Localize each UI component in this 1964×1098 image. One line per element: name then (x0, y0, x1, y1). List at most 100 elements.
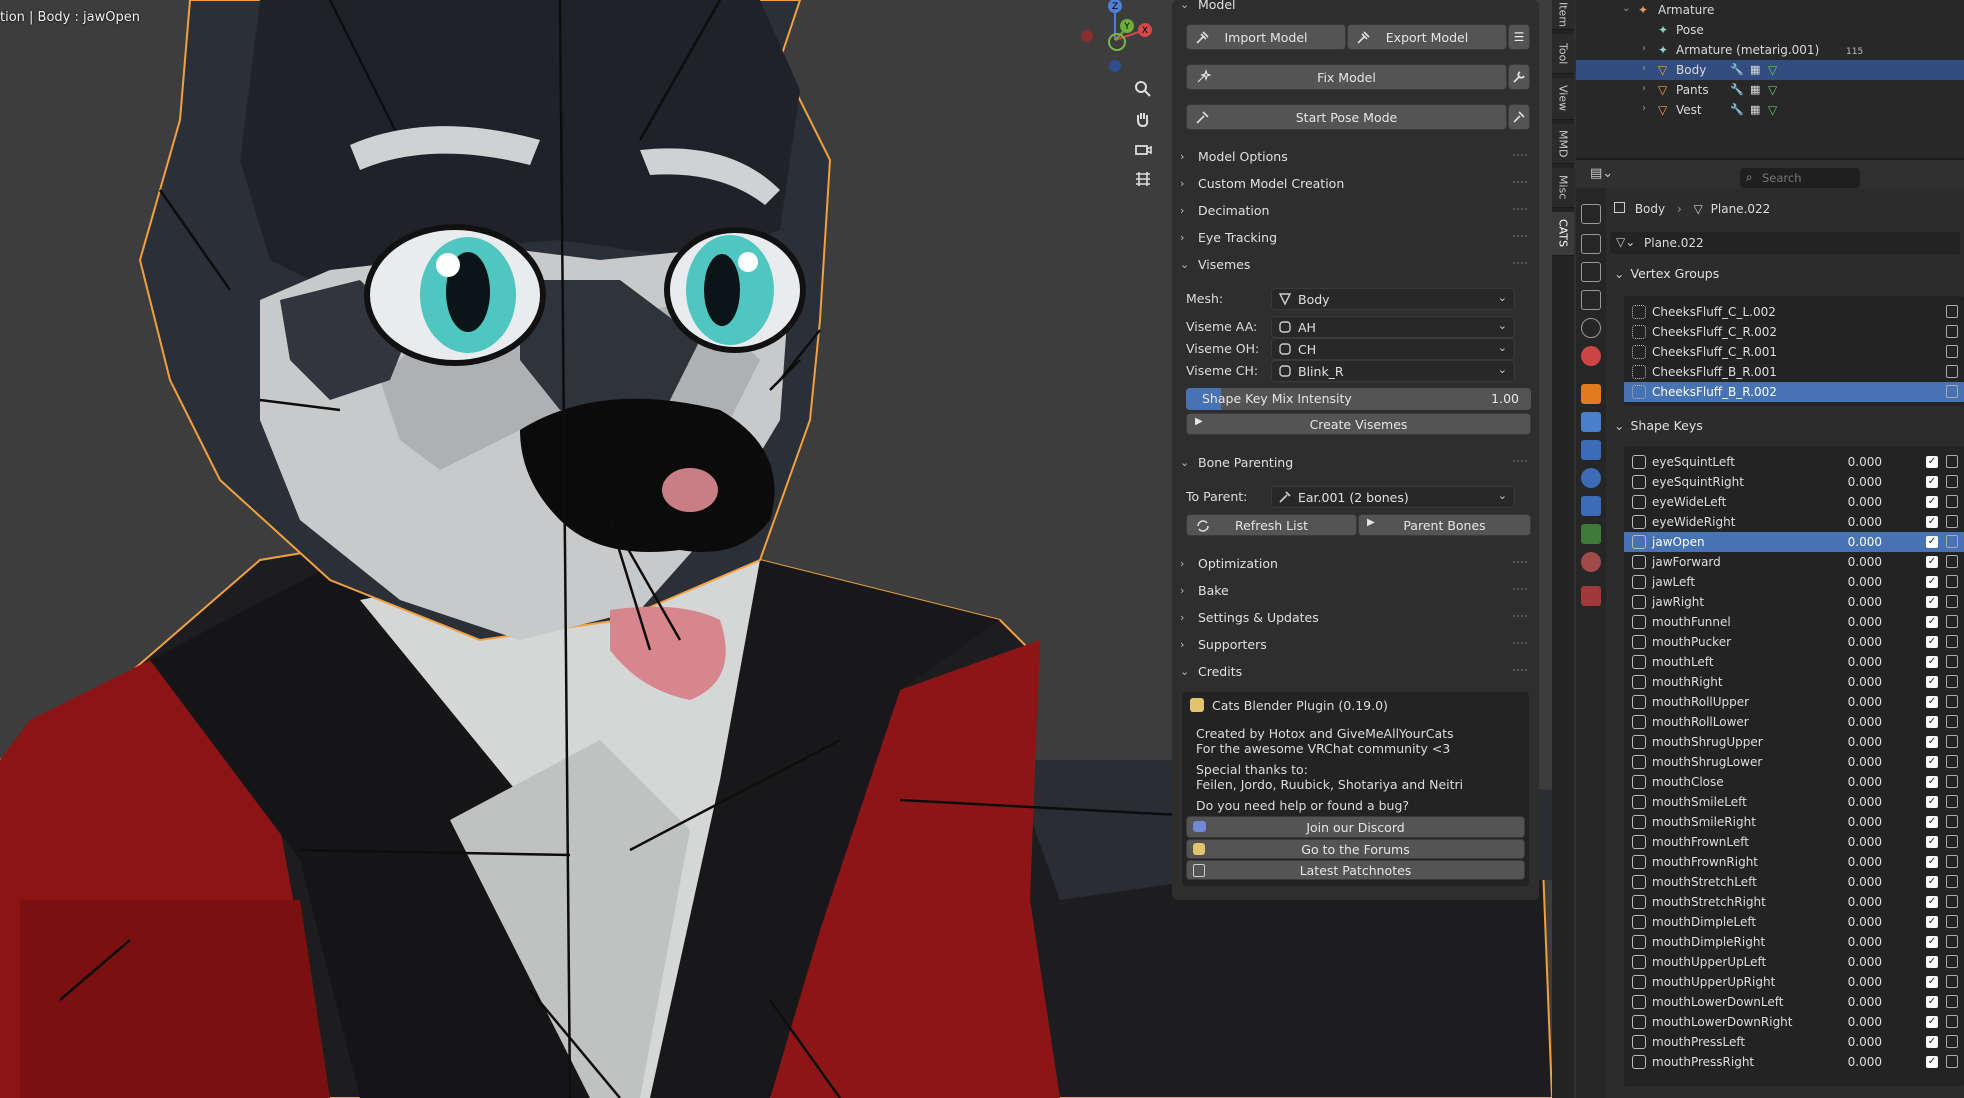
section-decimation[interactable]: › Decimation (1180, 198, 1531, 222)
shape-key-value[interactable]: 0.000 (1848, 1015, 1882, 1029)
shape-key-row[interactable]: mouthStretchRight 0.000 ✓ (1624, 892, 1964, 912)
lock-icon[interactable] (1946, 775, 1958, 788)
lock-icon[interactable] (1946, 515, 1958, 528)
shape-key-mute-checkbox[interactable]: ✓ (1926, 616, 1938, 628)
section-custom-model-creation[interactable]: › Custom Model Creation (1180, 171, 1531, 195)
section-model[interactable]: ⌄ Model (1180, 0, 1531, 16)
section-visemes[interactable]: ⌄ Visemes (1180, 252, 1531, 276)
shape-key-row[interactable]: mouthPressRight 0.000 ✓ (1624, 1052, 1964, 1072)
outliner-row-armature-data[interactable]: › ✦ Armature (metarig.001) 115 (1576, 40, 1964, 60)
refresh-list-button[interactable]: Refresh List (1186, 514, 1357, 536)
shape-key-row[interactable]: mouthSmileLeft 0.000 ✓ (1624, 792, 1964, 812)
shape-key-mute-checkbox[interactable]: ✓ (1926, 916, 1938, 928)
outliner-row-pants[interactable]: › ▽ Pants 🔧 ▦ ▽ (1576, 80, 1964, 100)
viseme-oh-dropdown[interactable]: CH ⌄ (1271, 338, 1515, 360)
shape-key-row[interactable]: mouthPucker 0.000 ✓ (1624, 632, 1964, 652)
lock-icon[interactable] (1946, 995, 1958, 1008)
shape-key-row[interactable]: mouthFunnel 0.000 ✓ (1624, 612, 1964, 632)
vertex-group-row[interactable]: CheeksFluff_B_R.002 (1624, 382, 1964, 402)
lock-icon[interactable] (1946, 695, 1958, 708)
object-tab-icon[interactable] (1581, 384, 1601, 404)
shape-key-value[interactable]: 0.000 (1848, 875, 1882, 889)
shape-key-value[interactable]: 0.000 (1848, 935, 1882, 949)
scene-tab-icon[interactable] (1581, 318, 1601, 338)
shape-key-value[interactable]: 0.000 (1848, 655, 1882, 669)
shape-key-mute-checkbox[interactable]: ✓ (1926, 496, 1938, 508)
shape-key-row[interactable]: jawRight 0.000 ✓ (1624, 592, 1964, 612)
shape-key-row[interactable]: mouthShrugLower 0.000 ✓ (1624, 752, 1964, 772)
section-model-options[interactable]: › Model Options (1180, 144, 1531, 168)
import-model-button[interactable]: Import Model (1186, 24, 1346, 50)
modifier-tab-icon[interactable] (1581, 412, 1601, 432)
shape-key-mute-checkbox[interactable]: ✓ (1926, 736, 1938, 748)
shape-key-mute-checkbox[interactable]: ✓ (1926, 696, 1938, 708)
physics-tab-icon[interactable] (1581, 468, 1601, 488)
zoom-icon[interactable] (1128, 74, 1158, 104)
lock-icon[interactable] (1946, 575, 1958, 588)
shape-key-mute-checkbox[interactable]: ✓ (1926, 816, 1938, 828)
shape-key-row[interactable]: mouthFrownLeft 0.000 ✓ (1624, 832, 1964, 852)
shape-key-row[interactable]: jawOpen 0.000 ✓ (1624, 532, 1964, 552)
vertex-group-row[interactable]: CheeksFluff_C_R.002 (1624, 322, 1964, 342)
section-settings-updates[interactable]: › Settings & Updates (1180, 605, 1531, 629)
shape-key-mute-checkbox[interactable]: ✓ (1926, 836, 1938, 848)
lock-icon[interactable] (1946, 855, 1958, 868)
tab-mmd[interactable]: MMD (1552, 124, 1574, 164)
tab-item[interactable]: Item (1552, 0, 1574, 30)
parent-bones-button[interactable]: ▶ Parent Bones (1358, 514, 1531, 536)
lock-icon[interactable] (1946, 325, 1958, 338)
lock-icon[interactable] (1946, 635, 1958, 648)
shape-key-row[interactable]: mouthLowerDownLeft 0.000 ✓ (1624, 992, 1964, 1012)
shape-key-mix-slider[interactable]: Shape Key Mix Intensity 1.00 (1186, 388, 1531, 410)
lock-icon[interactable] (1946, 1035, 1958, 1048)
shape-key-mute-checkbox[interactable]: ✓ (1926, 1016, 1938, 1028)
section-bake[interactable]: › Bake (1180, 578, 1531, 602)
tab-misc[interactable]: Misc (1552, 168, 1574, 208)
camera-icon[interactable] (1128, 134, 1158, 164)
lock-icon[interactable] (1946, 815, 1958, 828)
grid-icon[interactable] (1128, 164, 1158, 194)
pose-options-icon[interactable] (1508, 104, 1530, 130)
vertex-group-row[interactable]: CheeksFluff_B_R.001 (1624, 362, 1964, 382)
shape-key-value[interactable]: 0.000 (1848, 855, 1882, 869)
outliner-row-pose[interactable]: ✦ Pose (1576, 20, 1964, 40)
pan-hand-icon[interactable] (1128, 104, 1158, 134)
shape-key-mute-checkbox[interactable]: ✓ (1926, 656, 1938, 668)
shape-key-mute-checkbox[interactable]: ✓ (1926, 876, 1938, 888)
shape-key-row[interactable]: mouthFrownRight 0.000 ✓ (1624, 852, 1964, 872)
lock-icon[interactable] (1946, 495, 1958, 508)
shape-key-value[interactable]: 0.000 (1848, 835, 1882, 849)
section-bone-parenting[interactable]: ⌄ Bone Parenting (1180, 450, 1531, 474)
shape-key-row[interactable]: mouthRollLower 0.000 ✓ (1624, 712, 1964, 732)
shape-key-value[interactable]: 0.000 (1848, 795, 1882, 809)
shape-key-value[interactable]: 0.000 (1848, 535, 1882, 549)
shape-key-row[interactable]: mouthShrugUpper 0.000 ✓ (1624, 732, 1964, 752)
shape-key-value[interactable]: 0.000 (1848, 515, 1882, 529)
render-tab-icon[interactable] (1581, 234, 1601, 254)
lock-icon[interactable] (1946, 755, 1958, 768)
shape-key-row[interactable]: mouthRollUpper 0.000 ✓ (1624, 692, 1964, 712)
tab-view[interactable]: View (1552, 78, 1574, 120)
shape-key-mute-checkbox[interactable]: ✓ (1926, 636, 1938, 648)
shape-key-value[interactable]: 0.000 (1848, 615, 1882, 629)
lock-icon[interactable] (1946, 305, 1958, 318)
vertex-group-row[interactable]: CheeksFluff_C_R.001 (1624, 342, 1964, 362)
lock-icon[interactable] (1946, 675, 1958, 688)
shape-key-value[interactable]: 0.000 (1848, 455, 1882, 469)
shape-key-mute-checkbox[interactable]: ✓ (1926, 956, 1938, 968)
shape-key-row[interactable]: jawLeft 0.000 ✓ (1624, 572, 1964, 592)
shape-key-mute-checkbox[interactable]: ✓ (1926, 796, 1938, 808)
axis-gizmo[interactable]: Z X Y (1075, 0, 1165, 76)
shape-key-value[interactable]: 0.000 (1848, 635, 1882, 649)
section-optimization[interactable]: › Optimization (1180, 551, 1531, 575)
lock-icon[interactable] (1946, 975, 1958, 988)
shape-key-row[interactable]: jawForward 0.000 ✓ (1624, 552, 1964, 572)
mesh-dropdown[interactable]: Body ⌄ (1271, 288, 1515, 310)
shape-key-row[interactable]: mouthLowerDownRight 0.000 ✓ (1624, 1012, 1964, 1032)
lock-icon[interactable] (1946, 655, 1958, 668)
properties-search-input[interactable]: ⌕ Search (1740, 168, 1860, 188)
shape-key-value[interactable]: 0.000 (1848, 595, 1882, 609)
shape-key-value[interactable]: 0.000 (1848, 735, 1882, 749)
shape-key-mute-checkbox[interactable]: ✓ (1926, 596, 1938, 608)
lock-icon[interactable] (1946, 365, 1958, 378)
